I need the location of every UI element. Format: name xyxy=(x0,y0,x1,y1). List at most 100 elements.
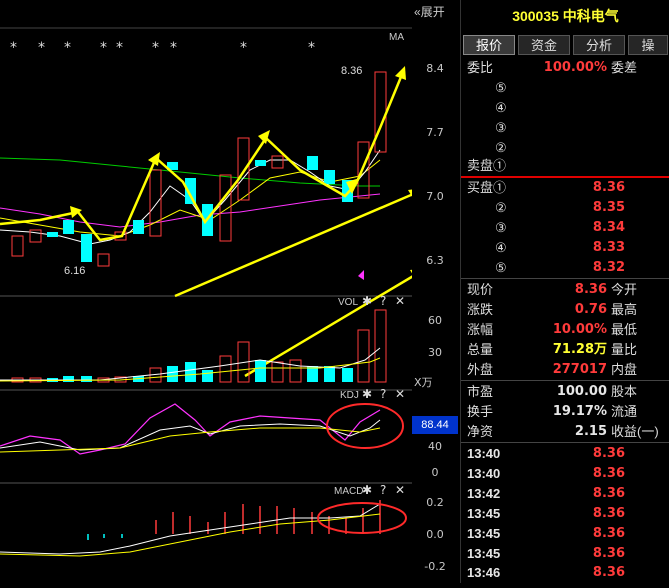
kdj-k-line xyxy=(0,419,381,451)
sell-level: ② xyxy=(495,140,507,155)
fund-label: 净资 xyxy=(467,424,494,439)
buy-level: ② xyxy=(495,200,507,215)
low-annotation: 6.16 xyxy=(64,265,85,277)
tick-time: 13:40 xyxy=(467,466,501,481)
candle xyxy=(81,234,92,262)
quote-label: 内盘 xyxy=(611,362,638,377)
buy-price: 8.35 xyxy=(592,200,625,215)
buy-price: 8.32 xyxy=(592,260,625,275)
candle xyxy=(237,137,250,201)
sell-level: ③ xyxy=(495,120,507,135)
stock-name: 中科电气 xyxy=(562,8,619,24)
star-marker: * xyxy=(240,40,247,56)
kdj-tick: 0 xyxy=(431,466,439,479)
fund-value: 2.15 xyxy=(574,424,607,439)
candle xyxy=(97,253,110,267)
quote-label: 涨幅 xyxy=(467,322,494,337)
vol-label: VOL xyxy=(338,297,358,308)
fund-value: 19.17% xyxy=(552,404,607,419)
quote-label: 现价 xyxy=(467,282,494,297)
macd-close-icon[interactable]: ✕ xyxy=(395,483,405,497)
divider xyxy=(461,380,669,381)
candles xyxy=(11,71,387,267)
tick-price: 8.36 xyxy=(592,506,625,521)
star-marker: * xyxy=(170,40,177,56)
buy-level: ⑤ xyxy=(495,260,507,275)
tick-time: 13:46 xyxy=(467,565,501,580)
tab-analysis[interactable]: 分析 xyxy=(573,35,625,55)
vol-tick: 30 xyxy=(428,346,442,359)
kdj-tick: 40 xyxy=(428,440,442,453)
divider xyxy=(461,442,669,443)
tab-quote[interactable]: 报价 xyxy=(463,35,515,55)
tick-time: 13:40 xyxy=(467,446,501,461)
weicha-label: 委差 xyxy=(611,60,638,75)
macd-settings-icon[interactable]: ✱ xyxy=(362,483,372,497)
quote-label: 涨跌 xyxy=(467,302,494,317)
vol-unit: X万 xyxy=(414,376,433,389)
star-marker: * xyxy=(100,40,107,56)
macd-tick: 0.0 xyxy=(426,528,444,541)
kdj-highlight-circle xyxy=(326,403,404,449)
quote-value: 8.36 xyxy=(574,282,607,297)
fund-label: 市盈 xyxy=(467,384,494,399)
star-marker: * xyxy=(152,40,159,56)
small-marker xyxy=(358,270,364,280)
kdj-label: KDJ xyxy=(340,390,359,401)
expand-button[interactable]: «展开 xyxy=(414,2,458,22)
quote-label: 今开 xyxy=(611,282,638,297)
vol-tick: 60 xyxy=(428,314,442,327)
tab-operate[interactable]: 操 xyxy=(628,35,668,55)
candle xyxy=(63,220,74,234)
stock-header: 300035 中科电气 xyxy=(461,6,669,26)
tick-price: 8.36 xyxy=(592,565,625,580)
quote-value: 0.76 xyxy=(574,302,607,317)
quote-sidebar: 300035 中科电气 报价 资金 分析 操 委比 100.00% 委差 ⑤ ④… xyxy=(460,0,669,583)
quote-label: 外盘 xyxy=(467,362,494,377)
quote-label: 总量 xyxy=(467,342,494,357)
star-marker: * xyxy=(116,40,123,56)
tab-funds[interactable]: 资金 xyxy=(518,35,570,55)
ma-label: MA xyxy=(389,32,404,43)
fund-label: 收益(一) xyxy=(611,424,659,439)
kline-chart-svg: * * * * * * * * * MA 8.36 6.16 VOL KDJ M… xyxy=(0,27,426,557)
buy-level: ④ xyxy=(495,240,507,255)
high-annotation: 8.36 xyxy=(341,65,362,77)
vol-close-icon[interactable]: ✕ xyxy=(395,294,405,308)
vol-settings-icon[interactable]: ✱ xyxy=(362,294,372,308)
sell-level: ⑤ xyxy=(495,80,507,95)
weibi-value: 100.00% xyxy=(543,60,607,75)
buy-price: 8.33 xyxy=(592,240,625,255)
divider xyxy=(461,278,669,279)
fund-value: 100.00 xyxy=(556,384,607,399)
macd-label: MACD xyxy=(334,486,363,497)
candle xyxy=(271,155,284,169)
price-axis-column: «展开 8.4 7.7 7.0 6.3 60 30 X万 88.44 40 0 … xyxy=(412,0,460,583)
kline-chart-area[interactable]: * * * * * * * * * MA 8.36 6.16 VOL KDJ M… xyxy=(0,0,426,583)
star-marker: * xyxy=(308,40,315,56)
tick-time: 13:42 xyxy=(467,486,501,501)
fund-label: 股本 xyxy=(611,384,638,399)
price-tick: 7.7 xyxy=(426,126,444,139)
candle xyxy=(307,156,318,170)
kdj-settings-icon[interactable]: ✱ xyxy=(362,387,372,401)
fund-label: 流通 xyxy=(611,404,638,419)
double-chevron-left-icon: « xyxy=(414,5,421,19)
tick-price: 8.36 xyxy=(592,466,625,481)
tick-time: 13:45 xyxy=(467,526,501,541)
tick-price: 8.36 xyxy=(592,546,625,561)
kdj-help-icon[interactable]: ? xyxy=(380,387,386,401)
price-tick: 8.4 xyxy=(426,62,444,75)
fund-label: 换手 xyxy=(467,404,494,419)
candle xyxy=(324,170,335,184)
star-marker: * xyxy=(64,40,71,56)
buy-level: ③ xyxy=(495,220,507,235)
weibi-label: 委比 xyxy=(467,60,494,75)
tick-price: 8.36 xyxy=(592,526,625,541)
macd-tick: 0.2 xyxy=(426,496,444,509)
kdj-close-icon[interactable]: ✕ xyxy=(395,387,405,401)
candle xyxy=(374,71,387,153)
macd-help-icon[interactable]: ? xyxy=(380,483,386,497)
tick-time: 13:45 xyxy=(467,546,501,561)
vol-help-icon[interactable]: ? xyxy=(380,294,386,308)
